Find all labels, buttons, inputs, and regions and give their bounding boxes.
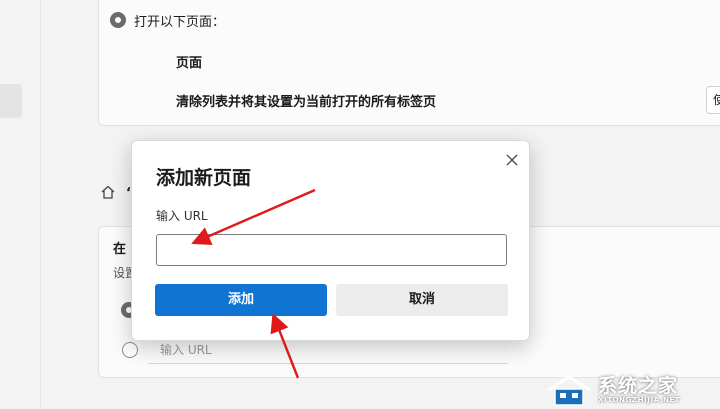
clear-list-text: 清除列表并将其设置为当前打开的所有标签页 xyxy=(176,95,437,110)
option-open-pages-label: 打开以下页面： xyxy=(134,15,226,30)
cancel-button[interactable]: 取消 xyxy=(336,284,508,316)
use-current-tabs-button[interactable]: 使 xyxy=(706,86,720,114)
left-navigation-rail xyxy=(0,0,40,409)
url-field-label: 输入 URL xyxy=(156,209,208,223)
add-button[interactable]: 添加 xyxy=(155,284,327,316)
home-icon xyxy=(101,185,115,199)
add-new-page-dialog: 添加新页面 输入 URL 添加 取消 xyxy=(131,140,530,341)
rail-item-selected[interactable] xyxy=(0,84,22,118)
radio-option-2[interactable] xyxy=(122,342,138,358)
background-url-input[interactable]: 输入 URL xyxy=(148,338,508,364)
watermark: 系统之家 XITONGZHIJIA.NET xyxy=(540,372,716,408)
watermark-name: 系统之家 xyxy=(598,375,679,397)
rail-divider xyxy=(40,0,41,409)
url-input[interactable] xyxy=(156,234,507,266)
dialog-title: 添加新页面 xyxy=(156,167,252,189)
radio-open-pages[interactable] xyxy=(110,12,126,28)
section-row-partial: 在 xyxy=(113,242,127,257)
close-icon[interactable] xyxy=(502,150,522,170)
pages-heading: 页面 xyxy=(176,56,203,71)
watermark-url: XITONGZHIJIA.NET xyxy=(598,396,681,404)
house-logo-icon xyxy=(547,375,591,406)
